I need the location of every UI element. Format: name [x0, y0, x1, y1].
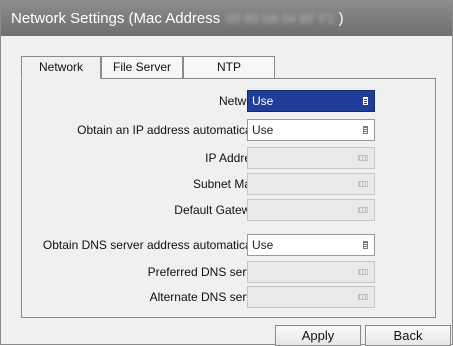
keyboard-icon: [358, 269, 368, 275]
alternate-dns-row: Alternate DNS server: [22, 286, 437, 309]
keyboard-icon: [358, 181, 368, 187]
obtain-ip-dropdown-value: Use: [252, 123, 274, 137]
back-button[interactable]: Back: [365, 325, 451, 346]
obtain-dns-row: Obtain DNS server address automatically …: [22, 234, 437, 257]
tab-file-server[interactable]: File Server: [101, 56, 183, 79]
preferred-dns-row: Preferred DNS server: [22, 261, 437, 284]
window-title-suffix: ): [338, 10, 344, 27]
obtain-ip-dropdown[interactable]: Use: [247, 119, 375, 141]
ip-address-field[interactable]: [247, 147, 375, 169]
obtain-ip-label: Obtain an IP address automatically: [77, 123, 263, 137]
subnet-mask-row: Subnet Mask: [22, 173, 437, 196]
network-dropdown-value: Use: [252, 94, 274, 108]
apply-button[interactable]: Apply: [275, 325, 361, 346]
keyboard-icon: [358, 294, 368, 300]
network-tab-panel: Network Use Obtain an IP address automat…: [21, 78, 436, 318]
network-settings-window: Network Settings (Mac Address 00 80 0A 04…: [0, 0, 453, 346]
network-dropdown[interactable]: Use: [247, 90, 375, 112]
obtain-dns-dropdown-value: Use: [252, 238, 274, 252]
keyboard-icon: [358, 155, 368, 161]
dropdown-list-icon: [363, 97, 368, 105]
subnet-mask-field[interactable]: [247, 173, 375, 195]
obtain-dns-dropdown[interactable]: Use: [247, 234, 375, 256]
preferred-dns-field[interactable]: [247, 261, 375, 283]
alternate-dns-field[interactable]: [247, 286, 375, 308]
obtain-ip-row: Obtain an IP address automatically Use: [22, 119, 437, 142]
ip-address-row: IP Address: [22, 147, 437, 170]
network-row: Network Use: [22, 90, 437, 113]
dropdown-list-icon: [363, 241, 368, 249]
dropdown-list-icon: [363, 126, 368, 134]
alternate-dns-label: Alternate DNS server: [149, 290, 263, 304]
keyboard-icon: [358, 207, 368, 213]
title-bar: Network Settings (Mac Address 00 80 0A 04…: [1, 1, 452, 36]
default-gateway-row: Default Gateway: [22, 199, 437, 222]
preferred-dns-label: Preferred DNS server: [147, 265, 263, 279]
default-gateway-field[interactable]: [247, 199, 375, 221]
tab-network[interactable]: Network: [21, 56, 101, 79]
tab-ntp[interactable]: NTP: [183, 56, 275, 79]
window-title: Network Settings (Mac Address: [11, 10, 221, 27]
mac-address-value: 00 80 0A 04 BF F1: [226, 11, 335, 26]
obtain-dns-label: Obtain DNS server address automatically: [42, 238, 263, 252]
